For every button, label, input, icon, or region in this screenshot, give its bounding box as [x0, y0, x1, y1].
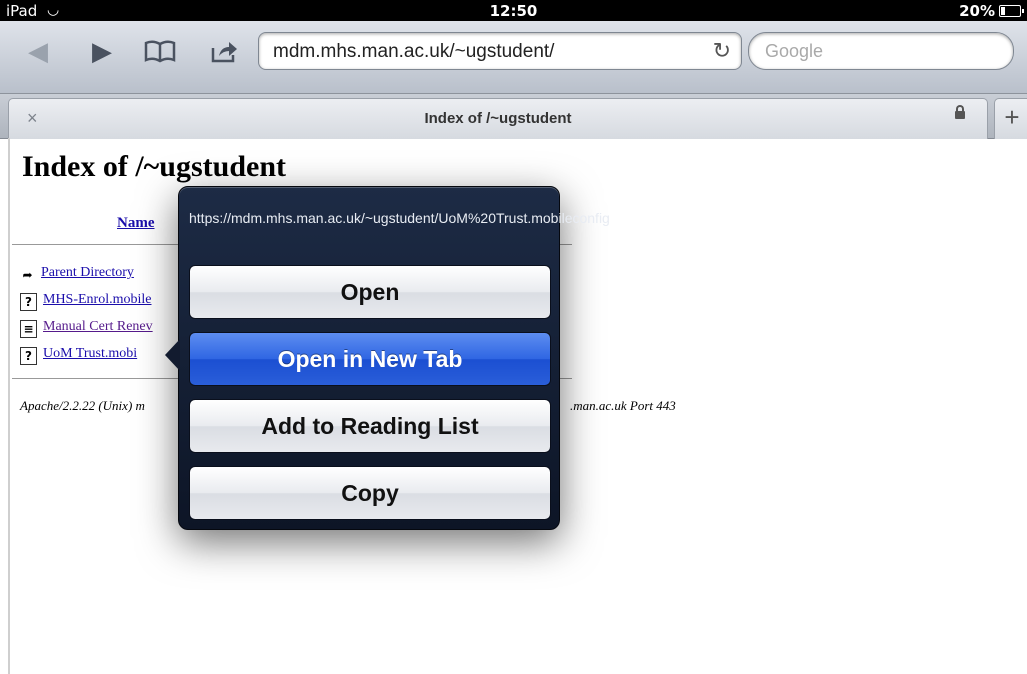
- text-file-icon: ≡: [20, 320, 37, 338]
- tab-title: Index of /~ugstudent: [424, 110, 572, 127]
- copy-button[interactable]: Copy: [189, 466, 551, 520]
- battery-icon: [999, 5, 1024, 17]
- page-title: Index of /~ugstudent: [22, 150, 286, 183]
- list-item[interactable]: ? MHS-Enrol.mobile: [20, 292, 152, 312]
- battery-percentage: 20%: [959, 2, 995, 20]
- browser-toolbar: ◀ ▶ mdm.mhs.man.ac.uk/~ugstudent/ ↻ Goog…: [0, 21, 1027, 94]
- popover-url: https://mdm.mhs.man.ac.uk/~ugstudent/UoM…: [189, 210, 610, 226]
- list-item[interactable]: ≡ Manual Cert Renev: [20, 319, 153, 339]
- list-item[interactable]: ? UoM Trust.mobi: [20, 346, 137, 366]
- share-icon[interactable]: [206, 35, 242, 67]
- list-item[interactable]: ➦ Parent Directory: [20, 265, 134, 285]
- bookmarks-icon[interactable]: [142, 35, 178, 67]
- link-action-popover: https://mdm.mhs.man.ac.uk/~ugstudent/UoM…: [165, 186, 610, 530]
- file-link[interactable]: MHS-Enrol.mobile: [43, 292, 152, 307]
- file-link[interactable]: Manual Cert Renev: [43, 319, 153, 334]
- server-signature: Apache/2.2.22 (Unix) m: [20, 398, 145, 413]
- popover-arrow: [165, 339, 180, 371]
- name-column-header[interactable]: Name: [117, 215, 155, 232]
- folder-back-icon: ➦: [20, 267, 35, 283]
- server-signature-end: .man.ac.uk Port 443: [570, 398, 676, 413]
- parent-directory-link[interactable]: Parent Directory: [41, 265, 134, 280]
- search-placeholder: Google: [765, 41, 824, 61]
- search-field[interactable]: Google: [748, 32, 1014, 70]
- open-button[interactable]: Open: [189, 265, 551, 319]
- url-text: mdm.mhs.man.ac.uk/~ugstudent/: [273, 41, 555, 62]
- url-field[interactable]: mdm.mhs.man.ac.uk/~ugstudent/ ↻: [258, 32, 742, 70]
- new-tab-button[interactable]: +: [994, 98, 1027, 139]
- tab-index-ugstudent[interactable]: × Index of /~ugstudent: [8, 98, 988, 139]
- lock-icon: [955, 105, 965, 119]
- clock: 12:50: [489, 2, 538, 20]
- forward-icon[interactable]: ▶: [84, 35, 120, 67]
- unknown-file-icon: ?: [20, 347, 37, 365]
- unknown-file-icon: ?: [20, 293, 37, 311]
- back-icon[interactable]: ◀: [20, 35, 56, 67]
- reload-icon[interactable]: ↻: [713, 38, 731, 64]
- file-link[interactable]: UoM Trust.mobi: [43, 346, 137, 361]
- tab-bar: × Index of /~ugstudent +: [0, 94, 1027, 139]
- open-in-new-tab-button[interactable]: Open in New Tab: [189, 332, 551, 386]
- add-to-reading-list-button[interactable]: Add to Reading List: [189, 399, 551, 453]
- status-bar: iPad ◡ 12:50 20%: [0, 0, 1027, 21]
